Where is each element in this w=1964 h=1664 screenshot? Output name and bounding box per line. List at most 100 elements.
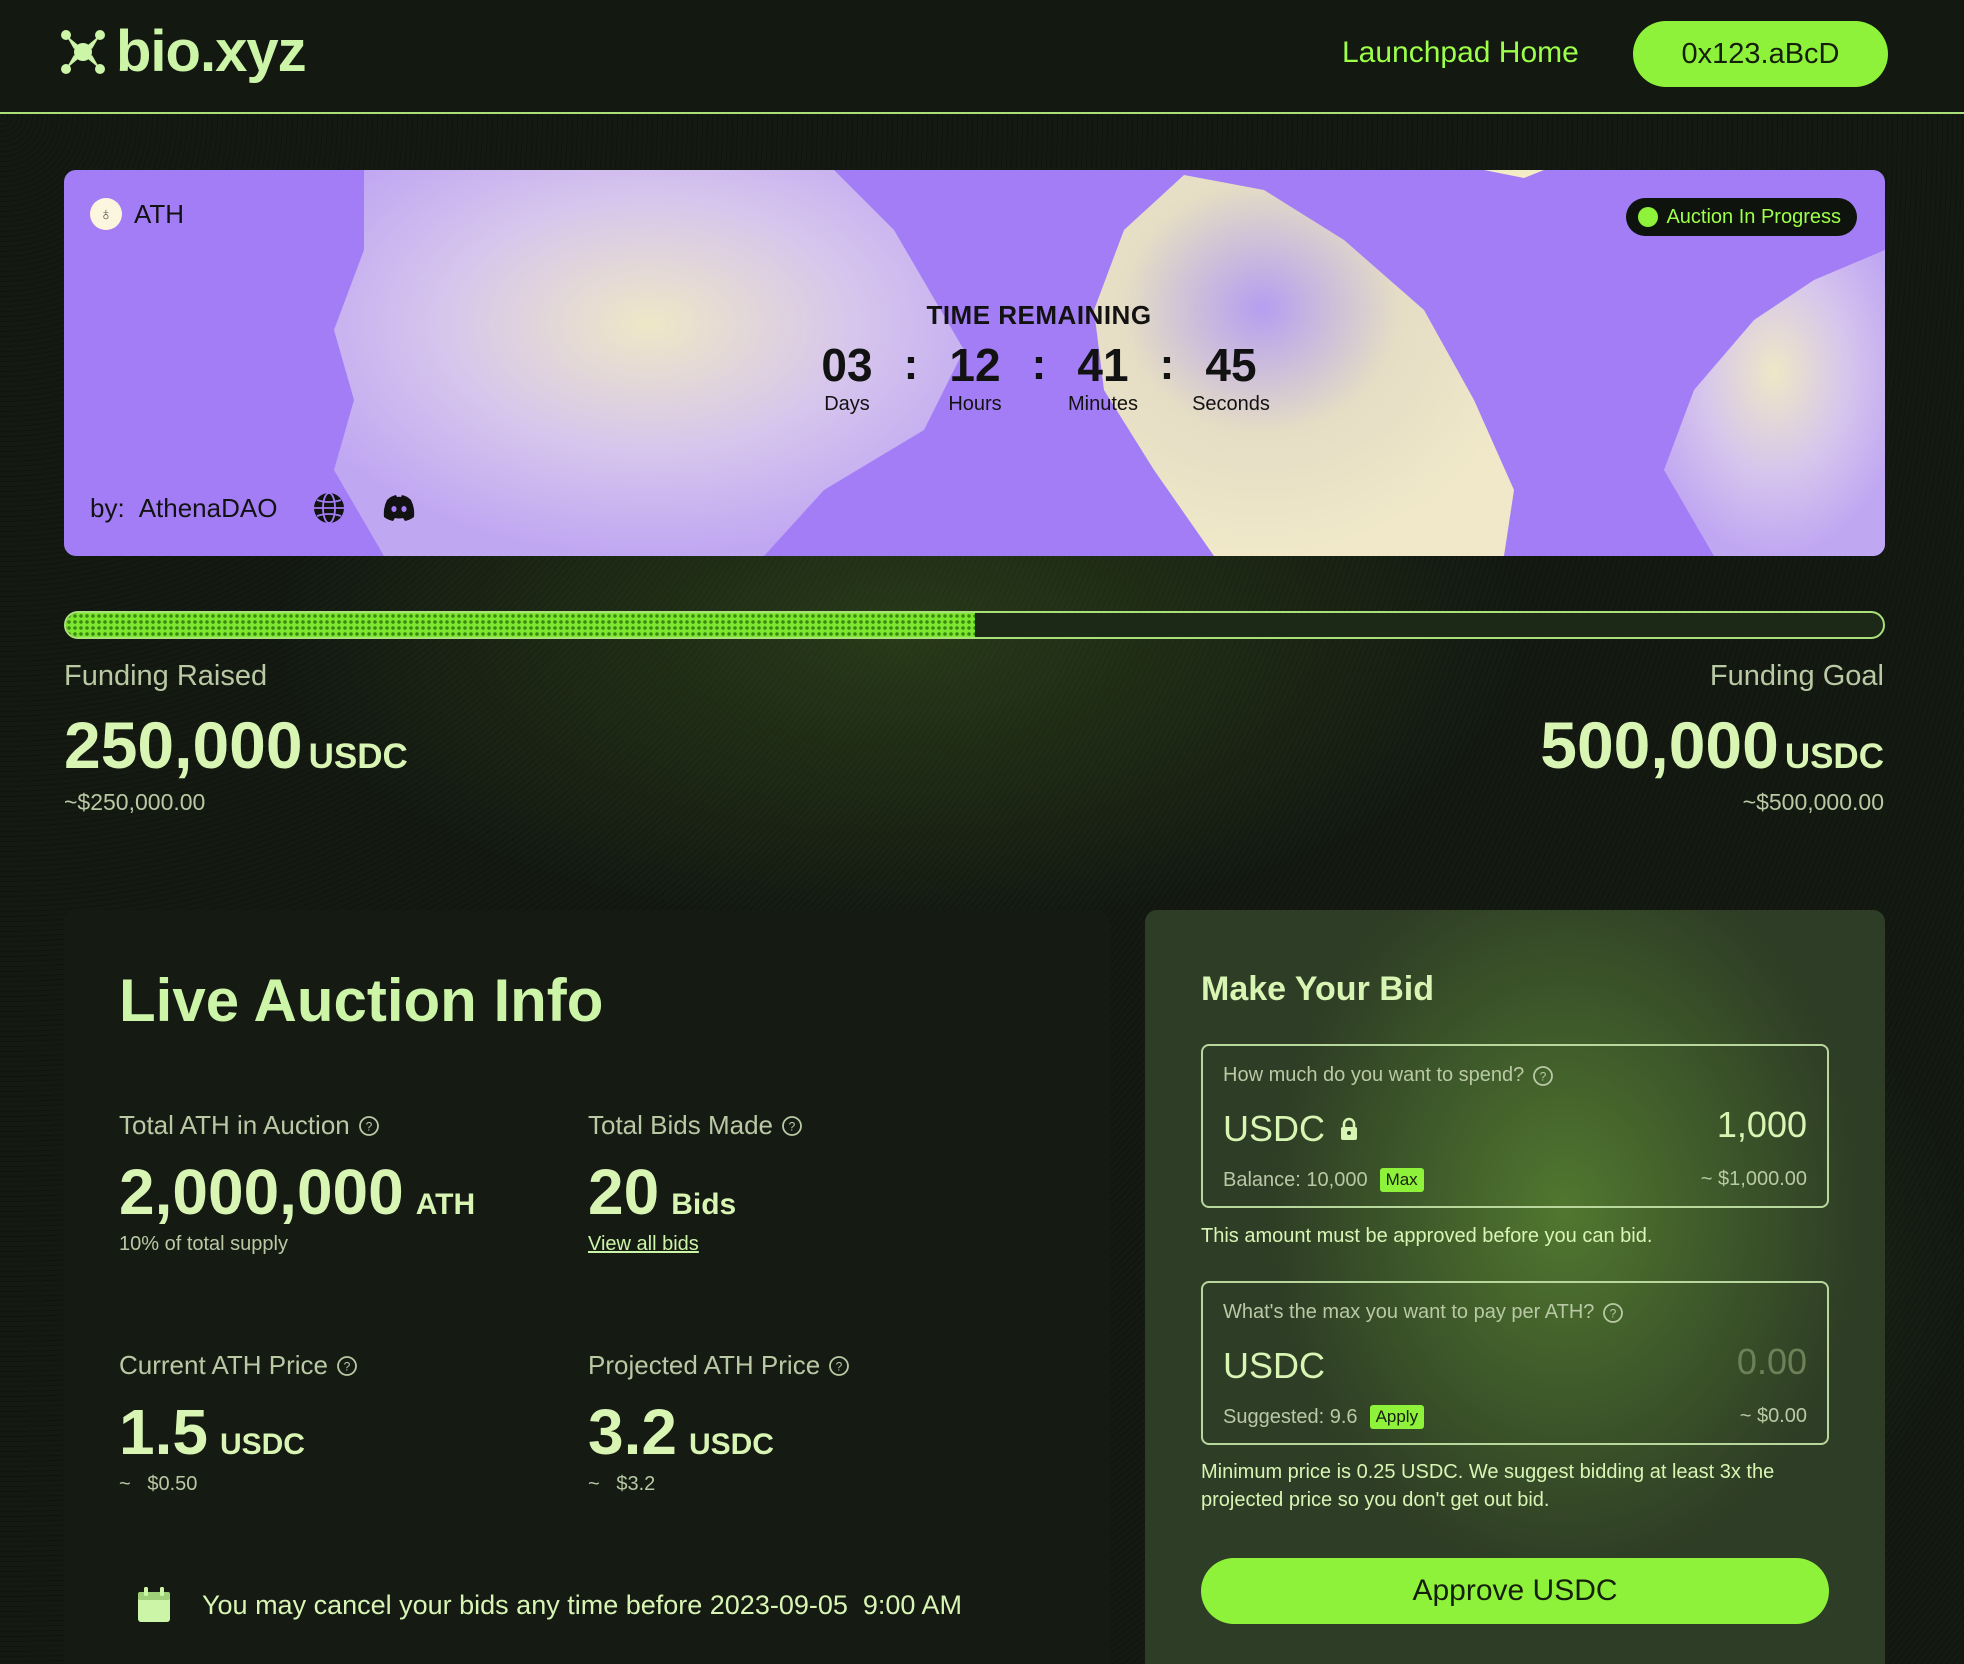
suggested-text: Suggested: 9.6 bbox=[1223, 1405, 1358, 1428]
spend-usd-value: ~ $1,000.00 bbox=[1700, 1168, 1807, 1190]
launchpad-home-link[interactable]: Launchpad Home bbox=[1342, 36, 1579, 70]
bio-logo-icon bbox=[61, 29, 105, 74]
field-label: What's the max you want to pay per ATH? bbox=[1223, 1301, 1595, 1323]
stat-label: Current ATH Price bbox=[119, 1350, 329, 1380]
stat-value: 3.2 bbox=[588, 1396, 677, 1468]
stat-current-price: Current ATH Price ? 1.5 USDC ~ $0.50 bbox=[119, 1350, 358, 1496]
countdown-separator: : bbox=[1159, 340, 1175, 389]
help-icon[interactable]: ? bbox=[1532, 1065, 1554, 1087]
stat-label: Total Bids Made bbox=[588, 1110, 773, 1140]
funding-goal-usd: ~$500,000.00 bbox=[1742, 789, 1884, 815]
token-label: USDC bbox=[1223, 1345, 1326, 1386]
funding-goal-label: Funding Goal bbox=[1709, 660, 1884, 692]
apply-button[interactable]: Apply bbox=[1369, 1405, 1425, 1429]
stat-unit: USDC bbox=[688, 1428, 774, 1461]
countdown-hours-label: Hours bbox=[948, 393, 1002, 415]
max-price-usd-value: ~ $0.00 bbox=[1739, 1405, 1807, 1427]
stat-total-ath: Total ATH in Auction ? 2,000,000 ATH 10% … bbox=[119, 1110, 475, 1256]
status-dot-icon bbox=[1638, 207, 1659, 227]
creator-name: AthenaDAO bbox=[138, 492, 278, 523]
stat-total-bids: Total Bids Made ? 20 Bids View all bids bbox=[588, 1110, 803, 1256]
countdown-minutes: 41 bbox=[1077, 339, 1129, 391]
make-bid-panel: Make Your Bid How much do you want to sp… bbox=[1145, 910, 1885, 1664]
help-icon[interactable]: ? bbox=[781, 1115, 803, 1137]
help-icon[interactable]: ? bbox=[828, 1355, 850, 1377]
stat-label: Total ATH in Auction bbox=[119, 1110, 350, 1140]
stat-subtext: ~ $3.2 bbox=[588, 1473, 656, 1495]
stat-unit: USDC bbox=[219, 1428, 305, 1461]
countdown: TIME REMAINING 03 Days : 12 Hours : 41 M… bbox=[724, 300, 1354, 416]
funding-raised: Funding Raised 250,000 USDC ~$250,000.00 bbox=[64, 660, 408, 816]
countdown-title: TIME REMAINING bbox=[926, 300, 1152, 330]
funding-goal-unit: USDC bbox=[1784, 737, 1884, 776]
countdown-days-label: Days bbox=[824, 393, 870, 415]
token-label: USDC bbox=[1223, 1108, 1326, 1149]
max-button[interactable]: Max bbox=[1379, 1168, 1424, 1192]
top-nav: bio.xyz Launchpad Home 0x123.aBcD bbox=[0, 0, 1964, 114]
discord-icon[interactable] bbox=[381, 490, 417, 526]
countdown-seconds-label: Seconds bbox=[1192, 393, 1270, 415]
stat-unit: Bids bbox=[671, 1188, 737, 1221]
stat-value: 2,000,000 bbox=[119, 1156, 404, 1228]
logo[interactable]: bio.xyz bbox=[60, 18, 307, 85]
max-price-input[interactable] bbox=[1507, 1341, 1807, 1383]
funding-progress-fill bbox=[66, 613, 975, 637]
stat-value: 20 bbox=[588, 1156, 660, 1228]
price-note: Minimum price is 0.25 USDC. We suggest b… bbox=[1201, 1461, 1775, 1511]
countdown-separator: : bbox=[1031, 340, 1047, 389]
spend-note: This amount must be approved before you … bbox=[1201, 1225, 1653, 1247]
stat-label: Projected ATH Price bbox=[588, 1350, 821, 1380]
stat-subtext: ~ $0.50 bbox=[119, 1473, 198, 1495]
creator-label: by: bbox=[90, 492, 125, 523]
countdown-days: 03 bbox=[821, 339, 873, 391]
stat-subtext: 10% of total supply bbox=[119, 1233, 288, 1255]
view-all-bids-link[interactable]: View all bids bbox=[588, 1233, 699, 1256]
token-symbol: ATH bbox=[134, 198, 185, 229]
help-icon[interactable]: ? bbox=[1602, 1302, 1624, 1324]
svg-text:?: ? bbox=[365, 1119, 372, 1133]
help-icon[interactable]: ? bbox=[358, 1115, 380, 1137]
spend-amount-input[interactable] bbox=[1507, 1104, 1807, 1146]
svg-text:?: ? bbox=[1610, 1306, 1617, 1320]
token-tag: ♁ ATH bbox=[90, 198, 184, 230]
funding-progress-bar bbox=[64, 611, 1885, 639]
funding-raised-label: Funding Raised bbox=[64, 660, 268, 692]
cancel-notice: You may cancel your bids any time before… bbox=[136, 1586, 962, 1624]
stat-unit: ATH bbox=[415, 1188, 476, 1221]
countdown-hours: 12 bbox=[949, 339, 1001, 391]
countdown-minutes-label: Minutes bbox=[1067, 393, 1139, 415]
globe-icon[interactable] bbox=[311, 490, 347, 526]
svg-text:?: ? bbox=[344, 1359, 351, 1373]
help-icon[interactable]: ? bbox=[336, 1355, 358, 1377]
cancel-notice-text: You may cancel your bids any time before… bbox=[202, 1589, 962, 1620]
max-price-field[interactable]: What's the max you want to pay per ATH? … bbox=[1201, 1281, 1829, 1445]
svg-text:?: ? bbox=[836, 1359, 843, 1373]
approve-usdc-button[interactable]: Approve USDC bbox=[1201, 1558, 1829, 1624]
countdown-separator: : bbox=[903, 340, 919, 389]
auction-banner: ♁ ATH Auction In Progress TIME REMAINING… bbox=[64, 170, 1885, 556]
funding-goal-amount: 500,000 bbox=[1540, 708, 1779, 782]
creator-row: by: AthenaDAO bbox=[90, 490, 417, 526]
svg-text:?: ? bbox=[1540, 1069, 1547, 1083]
spend-amount-field[interactable]: How much do you want to spend? ? USDC Ba… bbox=[1201, 1044, 1829, 1208]
balance-text: Balance: 10,000 bbox=[1223, 1168, 1368, 1191]
calendar-icon bbox=[138, 1587, 170, 1622]
funding-goal: Funding Goal 500,000 USDC ~$500,000.00 bbox=[1540, 660, 1884, 816]
panel-title: Make Your Bid bbox=[1201, 970, 1435, 1008]
status-text: Auction In Progress bbox=[1666, 205, 1841, 228]
funding-raised-unit: USDC bbox=[308, 737, 408, 776]
logo-text: bio.xyz bbox=[116, 19, 307, 84]
ath-token-icon: ♁ bbox=[90, 198, 122, 230]
status-badge: Auction In Progress bbox=[1626, 198, 1857, 236]
stat-projected-price: Projected ATH Price ? 3.2 USDC ~ $3.2 bbox=[588, 1350, 850, 1496]
svg-text:?: ? bbox=[789, 1119, 796, 1133]
funding-raised-amount: 250,000 bbox=[64, 708, 303, 782]
live-auction-info-panel: Live Auction Info Total ATH in Auction ?… bbox=[64, 910, 1110, 1664]
lock-icon bbox=[1341, 1117, 1358, 1140]
panel-title: Live Auction Info bbox=[119, 967, 604, 1034]
field-label: How much do you want to spend? bbox=[1223, 1064, 1525, 1086]
wallet-button[interactable]: 0x123.aBcD bbox=[1633, 21, 1888, 87]
stat-value: 1.5 bbox=[119, 1396, 208, 1468]
countdown-seconds: 45 bbox=[1205, 339, 1257, 391]
funding-raised-usd: ~$250,000.00 bbox=[64, 789, 206, 815]
